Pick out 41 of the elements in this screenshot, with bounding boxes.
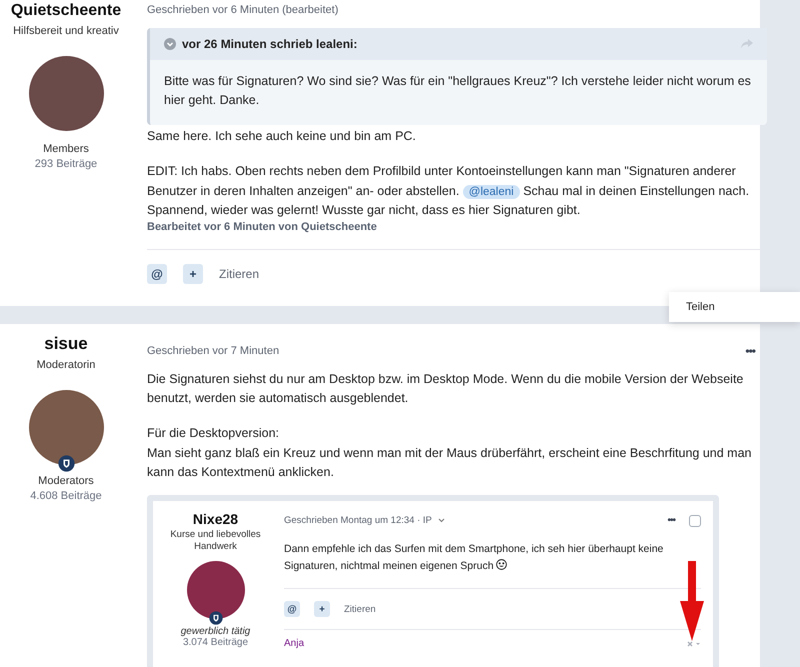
quote-text: Bitte was für Signaturen? Wo sind sie? Was für ein "hellgraues Kreuz"? Ich verstehe leider nicht worum es hier geht. Danke. — [163, 73, 752, 110]
quote-link[interactable]: Zitieren — [344, 604, 376, 615]
member-group: Moderators — [38, 474, 94, 487]
post-paragraph: Für die Desktopversion: Man sieht ganz blaß ein Kreuz und wenn man mit der Maus drüberfährt, erscheint eine Beschrfitung und man kann das Kontextmenü anklicken. — [147, 425, 752, 482]
quote-link[interactable]: Zitieren — [219, 266, 260, 281]
shield-badge-icon — [58, 454, 74, 472]
author-name[interactable]: Quietscheente — [10, 2, 122, 20]
author-tagline: Kurse und liebevolles Handwerk — [169, 528, 262, 554]
smiley-emoji-icon — [496, 559, 508, 570]
signature-text: Anja — [284, 638, 304, 650]
post-paragraph: Dann empfehle ich das Surfen mit dem Smartphone, ich seh hier überhaupt keine Signaturen, nichtmal meinen eigenen Spruch — [284, 542, 664, 574]
author-name[interactable]: Nixe28 — [192, 510, 238, 527]
member-group: gewerblich tätig — [180, 626, 250, 638]
multiquote-button[interactable]: + — [314, 601, 330, 618]
user-mention-link[interactable]: @lealeni — [462, 184, 520, 198]
post-paragraph: Die Signaturen siehst du nur am Desktop bzw. im Desktop Mode. Wenn du die mobile Version der Webseite benutzt, werden sie automatisch ausgeblendet. — [147, 370, 744, 408]
post-timestamp[interactable]: Geschrieben Montag um 12:34 · IP — [284, 515, 445, 526]
select-checkbox[interactable] — [689, 514, 701, 527]
quote-header: vor 26 Minuten schrieb lealeni: — [182, 37, 358, 51]
multiquote-button[interactable]: + — [183, 264, 203, 284]
more-options-button[interactable]: ••• — [745, 344, 755, 358]
collapse-chevron-icon[interactable] — [164, 38, 176, 50]
shield-badge-icon — [208, 611, 222, 626]
post-timestamp[interactable]: Geschrieben vor 6 Minuten (bearbeitet) — [147, 4, 338, 16]
mention-button[interactable]: @ — [284, 601, 300, 618]
edited-note: Bearbeitet vor 6 Minuten von Quietscheente — [147, 220, 378, 233]
chevron-down-icon — [438, 518, 445, 524]
menu-item[interactable]: Teilen — [669, 301, 715, 313]
author-tagline: Moderatorin — [36, 358, 96, 373]
post-count: 3.074 Beiträge — [182, 637, 248, 648]
post-timestamp[interactable]: Geschrieben vor 7 Minuten — [147, 344, 280, 357]
author-tagline: Hilfsbereit und kreativ — [13, 24, 119, 39]
more-options-button[interactable]: ••• — [667, 515, 675, 526]
post-count: 293 Beiträge — [34, 158, 98, 170]
post-paragraph: EDIT: Ich habs. Oben rechts neben dem Profilbild unter Kontoeinstellungen kann man "Signaturen anderer Benutzer in deren Inhalten anzeigen" an- oder abstellen. @lealeni Schau mal in deinen Einstellungen nach. Spannend, wieder was gelernt! Wusste gar nicht, dass es hier Signaturen gibt. — [147, 163, 750, 220]
mention-button[interactable]: @ — [147, 264, 167, 284]
close-dropdown-icon[interactable] — [687, 640, 701, 647]
post-paragraph: Same here. Ich sehe auch keine und bin am PC. — [147, 128, 417, 145]
author-name[interactable]: sisue — [44, 334, 88, 354]
member-group: Members — [43, 142, 89, 155]
post-count: 4.608 Beiträge — [30, 490, 102, 502]
